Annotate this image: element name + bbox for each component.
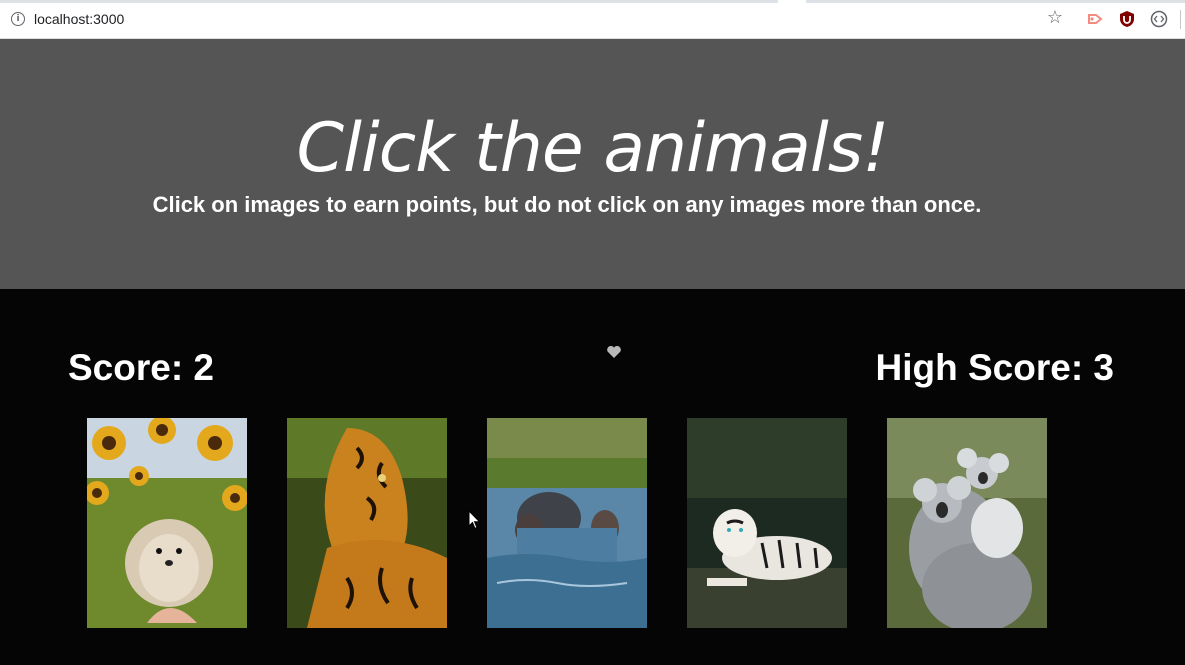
animal-card-hedgehog[interactable] [87,418,247,628]
animal-card-hippos[interactable] [487,418,647,628]
tab-strip [0,0,1185,3]
tiger-image [287,418,447,628]
koala-image [887,418,1047,628]
hippo-image [487,418,647,628]
browser-toolbar: i localhost:3000 ☆ [0,0,1185,39]
heart-icon [607,345,621,358]
header-jumbotron: Click the animals! Click on images to ea… [0,39,1185,289]
page-title: Click the animals! [296,109,889,188]
toolbar-divider [1180,10,1181,29]
mouse-cursor-icon [468,510,481,530]
address-bar[interactable]: localhost:3000 [34,11,124,27]
ublock-icon[interactable] [1118,10,1136,28]
hedgehog-image [87,418,247,628]
high-score-label: High Score: 3 [875,347,1115,388]
bookmark-star-icon[interactable]: ☆ [1045,8,1065,28]
white-tiger-image [687,418,847,628]
animal-card-koalas[interactable] [887,418,1047,628]
info-icon[interactable]: i [11,12,25,26]
score-label: Score: 2 [68,347,215,388]
instructions-text: Click on images to earn points, but do n… [152,192,982,217]
devtools-extension-icon[interactable] [1150,10,1168,28]
extension-arrow-icon[interactable] [1086,10,1104,28]
animal-card-tiger[interactable] [287,418,447,628]
animal-card-white-tiger[interactable] [687,418,847,628]
